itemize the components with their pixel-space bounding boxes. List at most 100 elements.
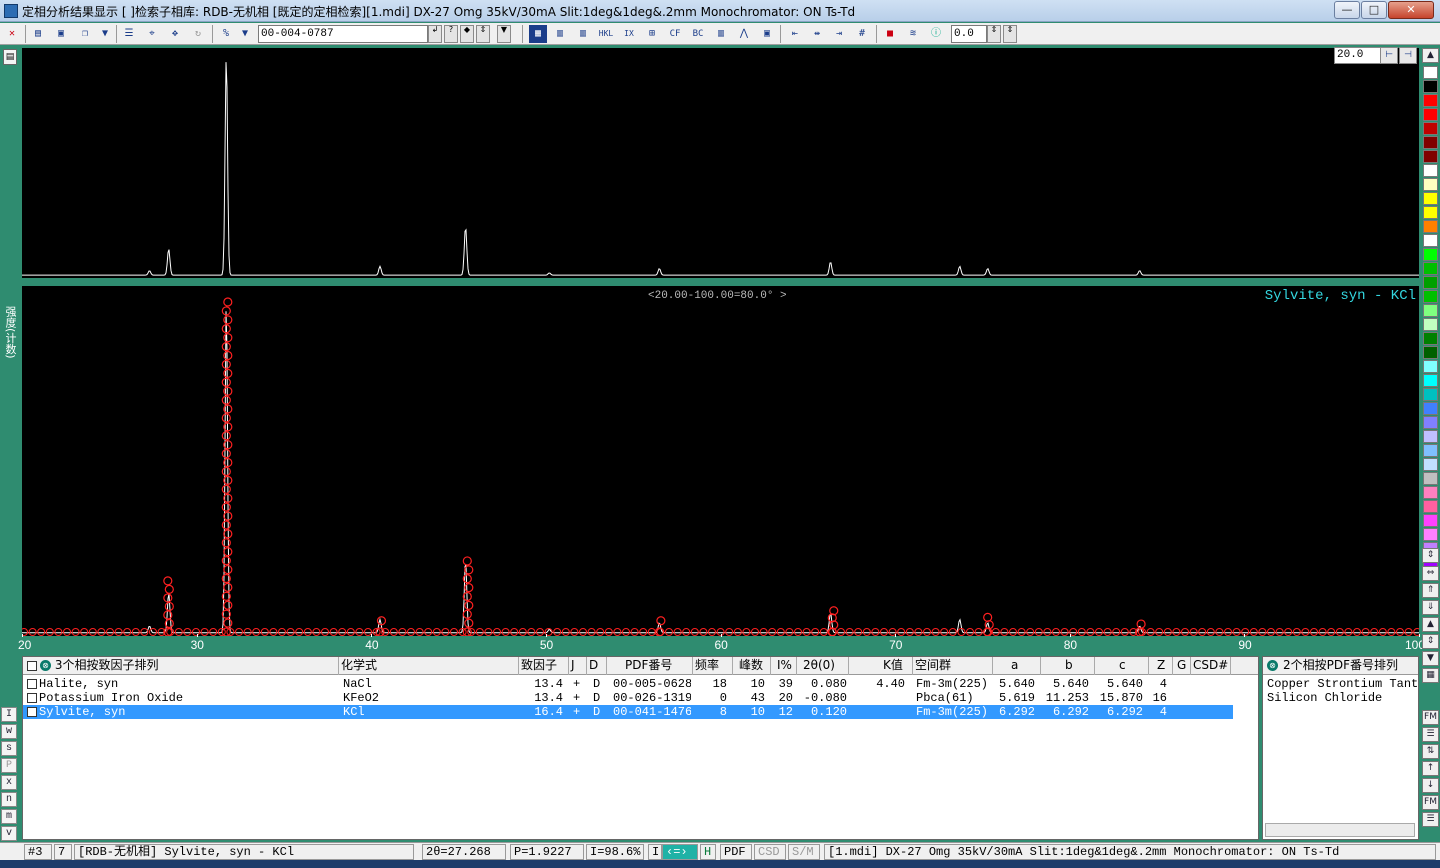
bc-icon[interactable]: BC	[689, 25, 707, 43]
csd-toggle[interactable]: CSD	[754, 844, 786, 860]
phase-table[interactable]: ⊗ 3个相按致因子排列 化学式 致因子 J D PDF番号 频率 峰数 I% 2…	[22, 656, 1259, 840]
row-checkbox[interactable]	[27, 693, 37, 703]
row-checkbox[interactable]	[27, 679, 37, 689]
color-swatch[interactable]	[1423, 248, 1438, 261]
ruler-icon[interactable]: ⊞	[643, 25, 661, 43]
side-button-v[interactable]: v	[1, 826, 17, 841]
color-swatch[interactable]	[1423, 402, 1438, 415]
overview-plot[interactable]	[22, 48, 1419, 278]
panel-toggle-icon[interactable]: ▤	[3, 49, 17, 65]
move-icon[interactable]: ✥	[166, 25, 184, 43]
col-c[interactable]: c	[1095, 657, 1149, 675]
pdf-number-input[interactable]: 00-004-0787	[258, 25, 428, 43]
side-button-p[interactable]: P	[1, 758, 17, 773]
color-swatch[interactable]	[1423, 458, 1438, 471]
hkl-icon[interactable]: HKL	[597, 25, 615, 43]
up-double-icon[interactable]: ⇑	[1422, 583, 1439, 598]
color-swatch[interactable]	[1423, 514, 1438, 527]
updown-icon[interactable]: ⇕	[1422, 634, 1439, 649]
diamond-icon[interactable]: ◆	[460, 25, 474, 43]
color-swatch[interactable]	[1423, 304, 1438, 317]
color-swatch[interactable]	[1423, 80, 1438, 93]
zoom-full-icon[interactable]: ⊣	[1399, 47, 1417, 64]
palette-scroll-icon[interactable]: ⇕	[1422, 548, 1439, 563]
color-swatch[interactable]	[1423, 528, 1438, 541]
align-center-icon[interactable]: ⇹	[808, 25, 826, 43]
pdf-list-pane[interactable]: ⊗ 2个相按PDF番号排列 Copper Strontium Tanta Sil…	[1262, 656, 1419, 840]
table-row[interactable]: Potassium Iron Oxide KFeO2 13.4 + D 00-026-13…	[23, 691, 1233, 705]
record-icon[interactable]: ■	[881, 25, 899, 43]
list-icon[interactable]: ☰	[120, 25, 138, 43]
target-icon[interactable]: ⌖	[143, 25, 161, 43]
color-swatch[interactable]	[1423, 136, 1438, 149]
align-left-icon[interactable]: ⇤	[786, 25, 804, 43]
refresh-icon[interactable]: ↻	[189, 25, 207, 43]
offset-spinner[interactable]: ⇕	[987, 25, 1001, 43]
expand-icon[interactable]: ⇔	[1422, 566, 1439, 581]
col-formula[interactable]: 化学式	[339, 657, 519, 675]
color-swatch[interactable]	[1423, 318, 1438, 331]
fm-icon[interactable]: FM	[1422, 710, 1439, 725]
arrow-up-icon[interactable]: ↑	[1422, 761, 1439, 776]
close-button[interactable]: ✕	[1388, 1, 1434, 19]
peak-icon[interactable]: ⋀	[735, 25, 753, 43]
color-swatch[interactable]	[1423, 500, 1438, 513]
color-swatch[interactable]	[1423, 472, 1438, 485]
color-swatch[interactable]	[1423, 150, 1438, 163]
zoom-input[interactable]: 20.0	[1334, 47, 1384, 64]
close-view-icon[interactable]: ✕	[3, 25, 21, 43]
list2-icon[interactable]: ☰	[1422, 812, 1439, 827]
col-csd[interactable]: CSD#	[1191, 657, 1231, 675]
col-z[interactable]: Z	[1149, 657, 1173, 675]
side-button-m[interactable]: m	[1, 809, 17, 824]
up-icon[interactable]: ▲	[1422, 617, 1439, 632]
col-fom[interactable]: 致因子	[519, 657, 569, 675]
color-swatch[interactable]	[1423, 94, 1438, 107]
wave-icon[interactable]: ≋	[904, 25, 922, 43]
color-swatch[interactable]	[1423, 206, 1438, 219]
bars-icon[interactable]: ▥	[551, 25, 569, 43]
col-g[interactable]: G	[1173, 657, 1191, 675]
color-swatch[interactable]	[1423, 444, 1438, 457]
sort-header[interactable]: ⊗ 3个相按致因子排列	[23, 657, 339, 675]
list-small-icon[interactable]: ☰	[1422, 727, 1439, 742]
color-swatch[interactable]	[1423, 220, 1438, 233]
color-swatch[interactable]	[1423, 374, 1438, 387]
pdf-toggle[interactable]: PDF	[720, 844, 752, 860]
align-right-icon[interactable]: ⇥	[830, 25, 848, 43]
help-icon[interactable]: ↲	[428, 25, 442, 43]
info-icon[interactable]: ⓘ	[927, 25, 945, 43]
pdf-list-item[interactable]: Copper Strontium Tanta	[1267, 677, 1418, 691]
color-palette[interactable]	[1423, 66, 1438, 570]
pdf-list-header[interactable]: ⊗ 2个相按PDF番号排列	[1263, 657, 1418, 675]
col-pdf[interactable]: PDF番号	[607, 657, 693, 675]
side-button-i[interactable]: I	[1, 707, 17, 722]
frame-icon[interactable]: ▣	[758, 25, 776, 43]
ix-icon[interactable]: IX	[620, 25, 638, 43]
sm-toggle[interactable]: S/M	[788, 844, 820, 860]
color-swatch[interactable]	[1423, 122, 1438, 135]
color-swatch[interactable]	[1423, 290, 1438, 303]
color-swatch[interactable]	[1423, 416, 1438, 429]
col-freq[interactable]: 频率	[693, 657, 733, 675]
col-j[interactable]: J	[569, 657, 587, 675]
color-swatch[interactable]	[1423, 388, 1438, 401]
fm2-icon[interactable]: FM	[1422, 795, 1439, 810]
color-swatch[interactable]	[1423, 66, 1438, 79]
color-swatch[interactable]	[1423, 192, 1438, 205]
histogram-icon[interactable]: ▥	[712, 25, 730, 43]
nav-buttons[interactable]: ‹=›	[662, 844, 698, 860]
palette-toggle-icon[interactable]: ▲	[1422, 48, 1439, 63]
color-swatch[interactable]	[1423, 164, 1438, 177]
side-button-n[interactable]: n	[1, 792, 17, 807]
color-swatch[interactable]	[1423, 234, 1438, 247]
cf-icon[interactable]: CF	[666, 25, 684, 43]
col-2theta[interactable]: 2θ(0)	[797, 657, 849, 675]
side-button-w[interactable]: w	[1, 724, 17, 739]
down-icon[interactable]: ▼	[1422, 651, 1439, 666]
arrow-down-icon[interactable]: ↓	[1422, 778, 1439, 793]
color-swatch[interactable]	[1423, 108, 1438, 121]
horizontal-scrollbar[interactable]	[1265, 823, 1415, 837]
col-d[interactable]: D	[587, 657, 607, 675]
mode-h-button[interactable]: H	[700, 844, 716, 860]
